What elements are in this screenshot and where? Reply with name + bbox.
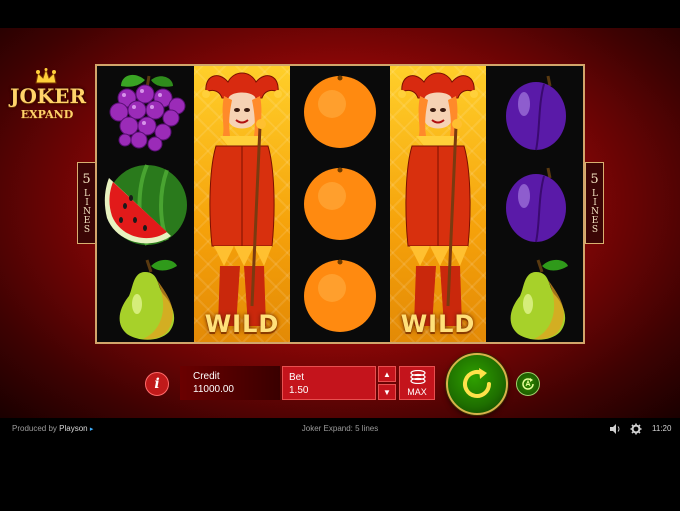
gear-icon[interactable]: [630, 423, 642, 435]
grapes-icon: [97, 66, 193, 158]
lines-word: LINES: [82, 189, 92, 234]
plum-icon: [488, 158, 584, 250]
game-title: Joker Expand: 5 lines: [301, 424, 379, 433]
autoplay-icon: [522, 378, 534, 390]
game-logo: JOKER EXPAND: [8, 68, 87, 126]
bet-display: Bet 1.50: [282, 366, 376, 400]
max-bet-label: MAX: [407, 387, 427, 397]
clock: 11:20: [652, 424, 672, 433]
bet-label: Bet: [289, 372, 305, 383]
autoplay-button[interactable]: [516, 372, 540, 396]
lines-count: 5: [82, 172, 91, 187]
reel-3: [292, 66, 388, 342]
footer-bar: Produced by Playson ▸ Joker Expand: 5 li…: [0, 418, 680, 442]
reel-2-wild: WILD: [194, 66, 290, 342]
pear-icon: [488, 250, 584, 342]
wild-label: WILD: [204, 310, 280, 338]
lines-count: 5: [590, 172, 599, 187]
lines-word: LINES: [590, 189, 600, 234]
plum-icon: [488, 66, 584, 158]
orange-icon: [292, 250, 388, 342]
refresh-icon: [463, 368, 491, 398]
lines-badge-right: 5 LINES: [585, 162, 604, 244]
credit-label: Credit: [193, 371, 220, 382]
joker-icon: [202, 72, 282, 326]
orange-icon: [292, 158, 388, 250]
wild-label: WILD: [400, 310, 476, 338]
logo-title: JOKER: [10, 84, 87, 108]
credit-value: 11000.00: [193, 384, 234, 395]
max-bet-button[interactable]: MAX: [399, 366, 435, 400]
coins-icon: [410, 370, 426, 384]
jester-hat-icon: [35, 68, 57, 84]
info-button[interactable]: i: [145, 372, 169, 396]
watermelon-icon: [97, 158, 193, 250]
bet-increase-button[interactable]: ▲: [378, 366, 396, 382]
orange-icon: [292, 66, 388, 158]
credit-display: Credit 11000.00: [180, 366, 280, 400]
bet-decrease-button[interactable]: ▼: [378, 384, 396, 400]
bet-value: 1.50: [289, 385, 309, 396]
joker-icon: [398, 72, 478, 326]
logo-subtitle: EXPAND: [20, 108, 74, 121]
reel-1: [97, 66, 193, 342]
reel-5: [488, 66, 584, 342]
spin-button[interactable]: [446, 353, 508, 415]
reel-4-wild: WILD: [390, 66, 486, 342]
pear-icon: [97, 250, 193, 342]
sound-icon[interactable]: [609, 423, 621, 435]
reels-area: WILD WILD: [95, 64, 585, 344]
lines-badge-left: 5 LINES: [77, 162, 96, 244]
